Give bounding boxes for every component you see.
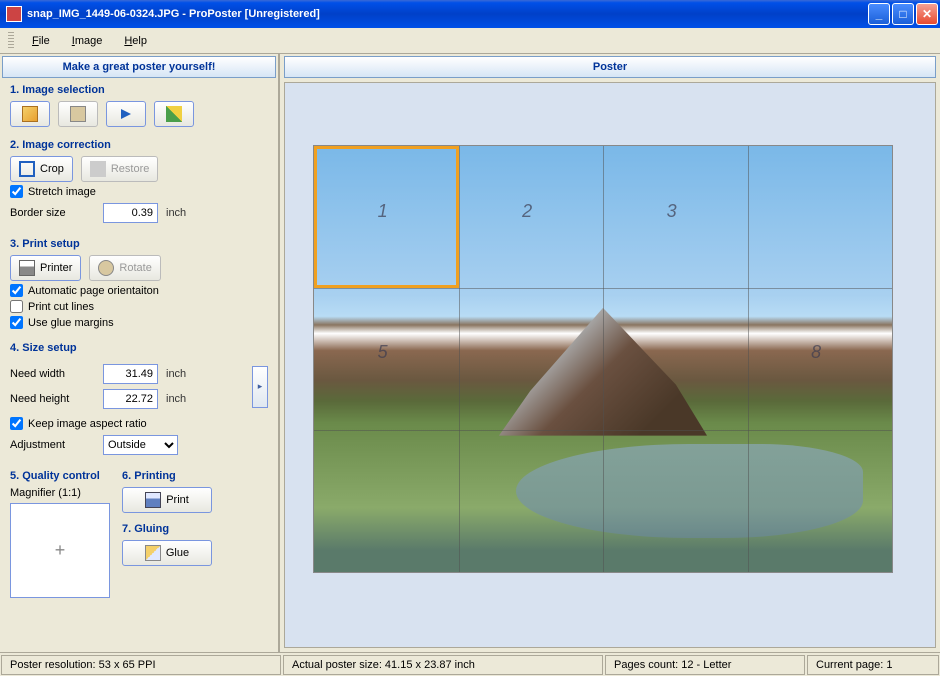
crop-icon (19, 161, 35, 177)
section-print-setup-title: 3. Print setup (10, 238, 268, 250)
open-image-button[interactable] (10, 101, 50, 127)
print-button[interactable]: Print (122, 487, 212, 513)
need-height-input[interactable] (103, 389, 158, 409)
need-height-unit: inch (166, 393, 186, 405)
window-title: snap_IMG_1449-06-0324.JPG - ProPoster [U… (27, 8, 868, 20)
sidebar-header: Make a great poster yourself! (2, 56, 276, 78)
maximize-button[interactable]: □ (892, 3, 914, 25)
restore-button[interactable]: Restore (81, 156, 159, 182)
page-number: 8 (811, 342, 821, 363)
glue-button[interactable]: Glue (122, 540, 212, 566)
wizard-icon (166, 106, 182, 122)
cut-lines-label: Print cut lines (28, 301, 94, 313)
need-width-label: Need width (10, 368, 95, 380)
status-current-page: Current page: 1 (807, 655, 939, 675)
page-number: 3 (667, 201, 677, 222)
wizard-button[interactable] (154, 101, 194, 127)
section-size-setup-title: 4. Size setup (10, 342, 268, 354)
auto-orient-checkbox[interactable] (10, 284, 23, 297)
menu-help[interactable]: Help (114, 31, 157, 51)
status-pages-count: Pages count: 12 - Letter (605, 655, 805, 675)
status-resolution: Poster resolution: 53 x 65 PPI (1, 655, 281, 675)
section-quality-title: 5. Quality control (10, 470, 110, 482)
paste-icon (70, 106, 86, 122)
section-printing-title: 6. Printing (122, 470, 212, 482)
sidebar: Make a great poster yourself! 1. Image s… (0, 54, 280, 652)
page-number: 1 (378, 201, 388, 222)
status-bar: Poster resolution: 53 x 65 PPI Actual po… (0, 652, 940, 676)
glue-margins-checkbox[interactable] (10, 316, 23, 329)
rotate-icon (98, 260, 114, 276)
page-number: 5 (378, 342, 388, 363)
glue-margins-label: Use glue margins (28, 317, 114, 329)
app-icon (6, 6, 22, 22)
status-actual-size: Actual poster size: 41.15 x 23.87 inch (283, 655, 603, 675)
border-size-unit: inch (166, 207, 186, 219)
restore-icon (90, 161, 106, 177)
next-button[interactable] (106, 101, 146, 127)
main-panel: Poster 1 2 3 5 8 (280, 54, 940, 652)
keep-aspect-checkbox[interactable] (10, 417, 23, 430)
adjustment-select[interactable]: Outside (103, 435, 178, 455)
close-button[interactable]: ✕ (916, 3, 938, 25)
need-width-unit: inch (166, 368, 186, 380)
printer-button[interactable]: Printer (10, 255, 81, 281)
auto-orient-label: Automatic page orientaiton (28, 285, 159, 297)
section-image-correction-title: 2. Image correction (10, 139, 268, 151)
magnifier-preview[interactable]: + (10, 503, 110, 598)
menu-bar: File Image Help (0, 28, 940, 54)
minimize-button[interactable]: _ (868, 3, 890, 25)
menu-image[interactable]: Image (62, 31, 113, 51)
need-height-label: Need height (10, 393, 95, 405)
stretch-image-label: Stretch image (28, 186, 96, 198)
poster-preview-area[interactable]: 1 2 3 5 8 (284, 82, 936, 648)
stretch-image-checkbox[interactable] (10, 185, 23, 198)
printer-icon (19, 260, 35, 276)
page-number: 2 (522, 201, 532, 222)
open-icon (22, 106, 38, 122)
border-size-input[interactable] (103, 203, 158, 223)
border-size-label: Border size (10, 207, 95, 219)
print-icon (145, 492, 161, 508)
poster-canvas[interactable]: 1 2 3 5 8 (313, 145, 893, 573)
crop-button[interactable]: Crop (10, 156, 73, 182)
poster-header: Poster (284, 56, 936, 78)
adjustment-label: Adjustment (10, 439, 95, 451)
need-width-input[interactable] (103, 364, 158, 384)
cut-lines-checkbox[interactable] (10, 300, 23, 313)
glue-icon (145, 545, 161, 561)
keep-aspect-label: Keep image aspect ratio (28, 418, 147, 430)
window-titlebar: snap_IMG_1449-06-0324.JPG - ProPoster [U… (0, 0, 940, 28)
section-image-selection-title: 1. Image selection (10, 84, 268, 96)
magnifier-label: Magnifier (1:1) (10, 487, 110, 499)
section-gluing-title: 7. Gluing (122, 523, 212, 535)
size-spinner[interactable] (252, 366, 268, 408)
arrow-right-icon (121, 109, 131, 119)
menu-file[interactable]: File (22, 31, 60, 51)
rotate-button[interactable]: Rotate (89, 255, 160, 281)
paste-image-button[interactable] (58, 101, 98, 127)
menu-grip (8, 32, 14, 50)
